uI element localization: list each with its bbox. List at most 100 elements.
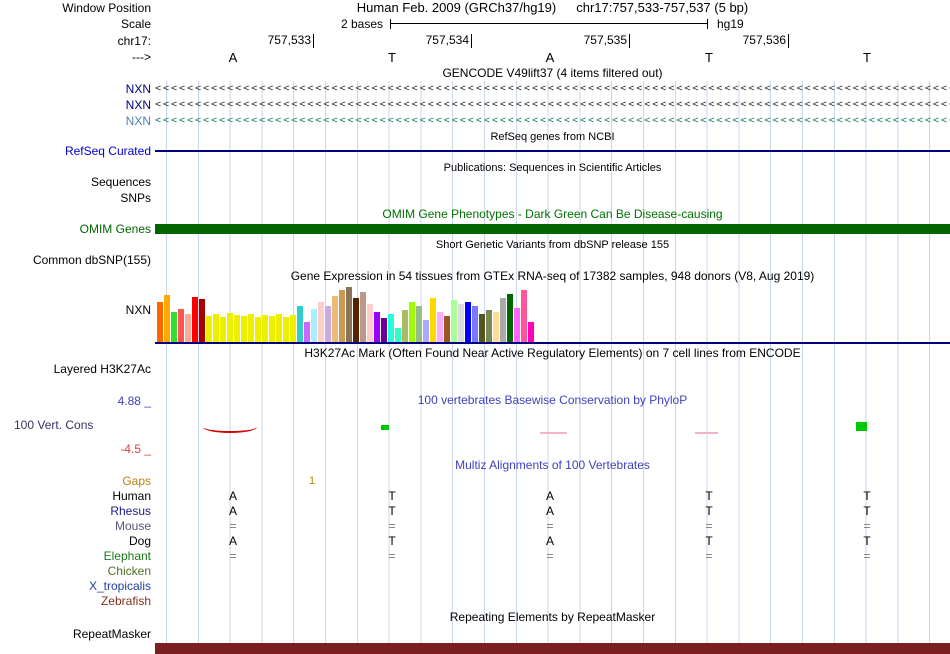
chrom-label: chr17:: [117, 34, 151, 48]
omim-genes-label[interactable]: OMIM Genes: [0, 222, 155, 237]
gtex-tissue-bar: [332, 296, 338, 342]
gtex-tissue-bar: [521, 290, 527, 342]
h3k27ac-track-area[interactable]: [155, 362, 950, 392]
species-label[interactable]: X_tropicalis: [0, 579, 155, 594]
dbsnp-track-area[interactable]: [155, 252, 950, 268]
species-label[interactable]: Human: [0, 489, 155, 504]
phylop-faint-mark: [695, 432, 718, 434]
gtex-bars: [157, 287, 534, 342]
species-label[interactable]: Zebrafish: [0, 594, 155, 609]
alignment-base: T: [705, 534, 713, 548]
scale-row: Scale 2 bases hg19: [0, 16, 950, 32]
snps-row: SNPs: [0, 190, 950, 206]
snps-label[interactable]: SNPs: [0, 190, 155, 206]
phylop-track-title[interactable]: 100 vertebrates Basewise Conservation by…: [155, 392, 950, 409]
omim-genes-row: OMIM Genes: [0, 222, 950, 237]
phylop-plot-area[interactable]: 100 vertebrates Basewise Conservation by…: [155, 392, 950, 456]
refseq-gene-bar[interactable]: [155, 150, 950, 152]
genome-browser: Window Position Human Feb. 2009 (GRCh37/…: [0, 0, 950, 654]
gtex-tissue-bar: [192, 297, 198, 342]
gene-label[interactable]: NXN: [0, 97, 155, 113]
alignment-base: T: [863, 534, 871, 548]
gtex-tissue-bar: [486, 310, 492, 342]
multiz-species-rows: Human A T A T T Rhesus A T A T T Mouse = = = = = Dog A T A T T E…: [0, 489, 950, 609]
gtex-tissue-bar: [290, 315, 296, 342]
dbsnp-track-title[interactable]: Short Genetic Variants from dbSNP releas…: [436, 239, 669, 251]
alignment-base: =: [229, 519, 237, 533]
gtex-tissue-bar: [171, 312, 177, 342]
omim-gene-bar[interactable]: [155, 224, 950, 234]
sequences-label[interactable]: Sequences: [0, 175, 155, 190]
gencode-track-title[interactable]: GENCODE V49lift37 (4 items filtered out): [442, 66, 662, 80]
gencode-title-row: GENCODE V49lift37 (4 items filtered out): [0, 65, 950, 81]
gtex-tissue-bar: [444, 316, 450, 342]
position-ruler[interactable]: 757,533 757,534 757,535 757,536: [155, 32, 950, 50]
refseq-track-title[interactable]: RefSeq genes from NCBI: [490, 131, 614, 143]
gtex-tissue-bar: [402, 310, 408, 342]
gtex-tissue-bar: [374, 312, 380, 342]
species-label[interactable]: Elephant: [0, 549, 155, 564]
alignment-row: = = = = =: [155, 519, 950, 534]
multiz-species-row: X_tropicalis: [0, 579, 950, 594]
phylop-negative-arc: [203, 427, 257, 433]
omim-track-title[interactable]: OMIM Gene Phenotypes - Dark Green Can Be…: [382, 207, 722, 221]
sequences-track-area[interactable]: [155, 175, 950, 190]
h3k27ac-label[interactable]: Layered H3K27Ac: [0, 362, 155, 392]
gtex-tissue-bar: [451, 300, 457, 342]
gtex-tissue-bar: [248, 314, 254, 342]
common-dbsnp-label[interactable]: Common dbSNP(155): [0, 252, 155, 268]
gtex-gene-label[interactable]: NXN: [0, 285, 155, 344]
snps-track-area[interactable]: [155, 190, 950, 206]
gene-exon-line[interactable]: <<<<<<<<<<<<<<<<<<<<<<<<<<<<<<<<<<<<<<<<…: [155, 113, 950, 129]
gene-label[interactable]: NXN: [0, 81, 155, 97]
species-label[interactable]: Rhesus: [0, 504, 155, 519]
alignment-base: T: [388, 504, 396, 518]
species-label[interactable]: Chicken: [0, 564, 155, 579]
repeat-element-bar[interactable]: [155, 643, 950, 654]
multiz-title-row: Multiz Alignments of 100 Vertebrates: [0, 456, 950, 474]
publications-title-row: Publications: Sequences in Scientific Ar…: [0, 159, 950, 175]
gtex-tissue-bar: [430, 298, 436, 342]
alignment-row: = = = = =: [155, 549, 950, 564]
h3k27ac-track-title[interactable]: H3K27Ac Mark (Often Found Near Active Re…: [304, 346, 800, 360]
multiz-species-row: Human A T A T T: [0, 489, 950, 504]
reference-sequence: ATATT: [155, 50, 950, 65]
alignment-base: =: [705, 549, 713, 563]
gtex-tissue-bar: [157, 302, 163, 342]
gtex-track-title[interactable]: Gene Expression in 54 tissues from GTEx …: [291, 269, 815, 283]
h3k27ac-track-row: Layered H3K27Ac: [0, 362, 950, 392]
h3k27ac-title-row: H3K27Ac Mark (Often Found Near Active Re…: [0, 344, 950, 362]
alignment-base: =: [863, 519, 871, 533]
alignment-base: T: [705, 489, 713, 503]
gtex-tissue-bar: [339, 290, 345, 342]
repeatmasker-track-area: [155, 626, 950, 642]
gene-label[interactable]: NXN: [0, 113, 155, 129]
repeatmasker-label[interactable]: RepeatMasker: [0, 626, 155, 642]
gtex-track-row: NXN: [0, 285, 950, 344]
phylop-track-label[interactable]: 100 Vert. Cons: [14, 418, 93, 432]
species-label[interactable]: Dog: [0, 534, 155, 549]
alignment-base: =: [388, 519, 396, 533]
multiz-species-row: Mouse = = = = =: [0, 519, 950, 534]
window-position-label: Window Position: [62, 1, 151, 15]
gtex-tissue-bar: [318, 302, 324, 342]
alignment-row: [155, 579, 950, 594]
gaps-label[interactable]: Gaps: [0, 474, 155, 489]
alignment-base: =: [705, 519, 713, 533]
alignment-base: T: [863, 504, 871, 518]
alignment-base: A: [545, 489, 555, 503]
refseq-curated-label[interactable]: RefSeq Curated: [0, 144, 155, 159]
repeatmasker-track-title[interactable]: Repeating Elements by RepeatMasker: [450, 610, 655, 624]
publications-track-title[interactable]: Publications: Sequences in Scientific Ar…: [444, 162, 662, 174]
gtex-expression-chart[interactable]: [155, 285, 950, 344]
gene-exon-line[interactable]: <<<<<<<<<<<<<<<<<<<<<<<<<<<<<<<<<<<<<<<<…: [155, 97, 950, 113]
multiz-track-title[interactable]: Multiz Alignments of 100 Vertebrates: [455, 458, 650, 472]
gtex-tissue-bar: [437, 312, 443, 342]
gene-exon-line[interactable]: <<<<<<<<<<<<<<<<<<<<<<<<<<<<<<<<<<<<<<<<…: [155, 81, 950, 97]
species-label[interactable]: Mouse: [0, 519, 155, 534]
gtex-tissue-bar: [234, 315, 240, 342]
gtex-tissue-bar: [507, 294, 513, 342]
assembly-name: hg19: [717, 17, 744, 31]
gtex-tissue-bar: [409, 302, 415, 342]
gtex-tissue-bar: [325, 306, 331, 342]
